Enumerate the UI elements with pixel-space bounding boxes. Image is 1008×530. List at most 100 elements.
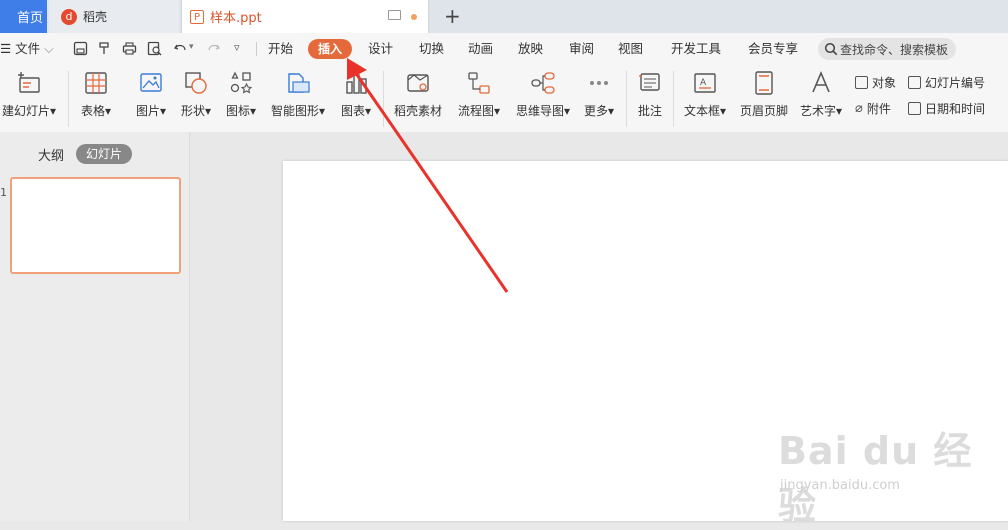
menu-slideshow[interactable]: 放映 xyxy=(518,33,543,65)
mindmap-icon xyxy=(531,72,555,94)
attachment-button[interactable]: ⌀ 附件 xyxy=(855,100,891,117)
baidu-watermark-logo: Bai du 经验 xyxy=(778,429,973,528)
print-preview-icon[interactable] xyxy=(147,41,162,56)
ribbon-divider xyxy=(383,71,384,127)
customize-toolbar-icon[interactable]: ▿ xyxy=(234,41,240,54)
icon-label: 图标▾ xyxy=(225,104,257,118)
chart-icon xyxy=(346,74,367,94)
smartart-label: 智能图形▾ xyxy=(270,104,326,118)
slide-number-button[interactable]: 幻灯片编号 xyxy=(908,74,985,91)
paperclip-icon: ⌀ xyxy=(855,101,863,116)
menu-file[interactable]: ☰ 文件 ⌵ xyxy=(0,33,54,65)
menu-divider xyxy=(256,42,257,56)
shape-button[interactable]: 形状▾ xyxy=(176,65,216,119)
comment-icon xyxy=(639,73,660,91)
chart-label: 图表▾ xyxy=(340,104,372,118)
datetime-label: 日期和时间 xyxy=(925,102,986,116)
menu-review[interactable]: 审阅 xyxy=(569,33,594,65)
header-footer-label: 页眉页脚 xyxy=(739,104,788,118)
print-icon[interactable] xyxy=(122,41,137,56)
more-label: 更多▾ xyxy=(583,104,615,118)
menu-insert[interactable]: 插入 xyxy=(308,39,352,59)
chart-button[interactable]: 图表▾ xyxy=(336,65,376,119)
picture-label: 图片▾ xyxy=(135,104,167,118)
wordart-icon xyxy=(812,70,830,93)
header-footer-button[interactable]: 页眉页脚 xyxy=(736,65,792,119)
datetime-button[interactable]: 日期和时间 xyxy=(908,100,985,117)
ribbon-divider xyxy=(626,71,627,127)
present-icon[interactable] xyxy=(388,10,401,20)
menu-design[interactable]: 设计 xyxy=(368,33,393,65)
smartart-button[interactable]: 智能图形▾ xyxy=(268,65,328,119)
tab-slides[interactable]: 幻灯片 xyxy=(76,144,132,164)
textbox-icon: A xyxy=(694,73,716,93)
tab-docer-label: 稻壳 xyxy=(83,10,108,24)
ribbon-divider xyxy=(68,71,69,127)
wordart-button[interactable]: 艺术字▾ xyxy=(797,65,845,119)
smartart-icon xyxy=(288,73,310,93)
search-command-box[interactable]: 查找命令、搜索模板 xyxy=(818,38,956,60)
attachment-label: 附件 xyxy=(866,102,891,116)
tab-docer[interactable]: d 稻壳 xyxy=(49,0,179,33)
slide-number: 1 xyxy=(0,186,7,199)
menu-start[interactable]: 开始 xyxy=(268,33,293,65)
tab-bar: 首页 d 稻壳 P 样本.ppt + xyxy=(0,0,1008,34)
mindmap-label: 思维导图▾ xyxy=(515,104,571,118)
docer-logo-icon: d xyxy=(61,8,77,25)
mindmap-button[interactable]: 思维导图▾ xyxy=(512,65,574,119)
shape-icon xyxy=(185,72,207,94)
icons-library-icon xyxy=(230,71,253,94)
icon-button[interactable]: 图标▾ xyxy=(221,65,261,119)
picture-button[interactable]: 图片▾ xyxy=(131,65,171,119)
baidu-watermark-url: jingyan.baidu.com xyxy=(780,478,900,493)
tab-outline[interactable]: 大纲 xyxy=(38,145,64,164)
slides-pane: 大纲 幻灯片 1 xyxy=(0,132,190,521)
comment-button[interactable]: 批注 xyxy=(632,65,668,119)
slide-thumbnail[interactable] xyxy=(10,177,181,274)
ribbon-divider xyxy=(673,71,674,127)
add-tab-button[interactable]: + xyxy=(444,4,461,28)
unsaved-dot-icon xyxy=(411,14,417,20)
menu-developer[interactable]: 开发工具 xyxy=(671,33,721,65)
more-icon xyxy=(590,81,608,85)
flowchart-label: 流程图▾ xyxy=(457,104,501,118)
new-slide-label: 建幻灯片▾ xyxy=(1,104,57,118)
menu-transition[interactable]: 切换 xyxy=(419,33,444,65)
flowchart-button[interactable]: 流程图▾ xyxy=(453,65,505,119)
tab-home[interactable]: 首页 xyxy=(0,0,47,33)
search-icon xyxy=(824,42,838,56)
tab-document[interactable]: P 样本.ppt xyxy=(181,0,429,33)
tab-home-label: 首页 xyxy=(16,11,43,26)
object-button[interactable]: 对象 xyxy=(855,74,896,91)
object-icon xyxy=(855,76,868,89)
new-slide-icon xyxy=(18,72,40,93)
undo-icon[interactable] xyxy=(173,41,188,56)
comment-label: 批注 xyxy=(637,104,662,118)
svg-text:A: A xyxy=(700,78,707,88)
menu-view[interactable]: 视图 xyxy=(618,33,643,65)
docer-material-button[interactable]: 稻壳素材 xyxy=(390,65,446,119)
tab-document-title: 样本.ppt xyxy=(210,11,262,26)
save-icon[interactable] xyxy=(73,41,88,56)
menu-member[interactable]: 会员专享 xyxy=(748,33,798,65)
docer-material-icon xyxy=(407,74,429,92)
object-label: 对象 xyxy=(872,76,897,90)
new-slide-button[interactable]: 建幻灯片▾ xyxy=(0,65,58,119)
slide-number-icon xyxy=(908,76,921,89)
textbox-label: 文本框▾ xyxy=(683,104,727,118)
textbox-button[interactable]: A 文本框▾ xyxy=(680,65,730,119)
chevron-down-icon: ⌵ xyxy=(44,41,54,56)
ppt-file-icon: P xyxy=(190,9,204,24)
more-button[interactable]: 更多▾ xyxy=(580,65,618,119)
docer-material-label: 稻壳素材 xyxy=(393,104,442,118)
table-button[interactable]: 表格▾ xyxy=(76,65,116,119)
slide-number-label: 幻灯片编号 xyxy=(925,76,986,90)
undo-dropdown-icon[interactable]: ▾ xyxy=(189,42,194,52)
flowchart-icon xyxy=(468,72,490,94)
menu-animation[interactable]: 动画 xyxy=(468,33,493,65)
format-painter-icon[interactable] xyxy=(97,41,112,56)
header-footer-icon xyxy=(755,71,773,95)
table-label: 表格▾ xyxy=(80,104,112,118)
picture-icon xyxy=(140,73,162,92)
redo-icon[interactable] xyxy=(206,41,221,56)
